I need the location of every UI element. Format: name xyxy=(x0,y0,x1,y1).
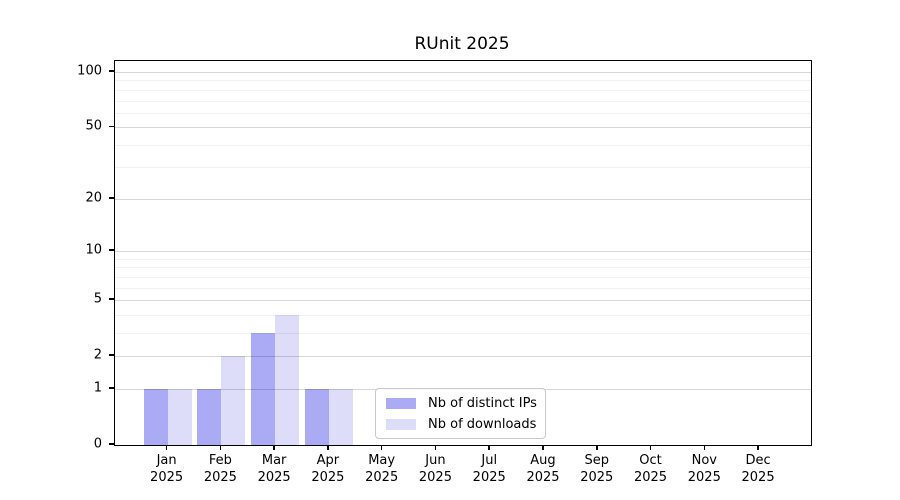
gridline-major-100 xyxy=(115,72,811,73)
gridline-minor-40 xyxy=(115,145,811,146)
gridline-major-10 xyxy=(115,251,811,252)
x-tick-mark-may xyxy=(381,446,383,451)
gridline-minor-6 xyxy=(115,288,811,289)
x-tick-mark-feb xyxy=(220,446,222,451)
gridline-minor-90 xyxy=(115,80,811,81)
gridline-major-5 xyxy=(115,300,811,301)
x-tick-label-apr: Apr2025 xyxy=(298,452,358,486)
x-tick-label-year: 2025 xyxy=(728,469,788,486)
gridline-minor-3 xyxy=(115,333,811,334)
gridline-major-2 xyxy=(115,356,811,357)
gridline-major-20 xyxy=(115,199,811,200)
x-tick-label-month: Apr xyxy=(298,452,358,469)
gridline-minor-70 xyxy=(115,101,811,102)
gridline-minor-8 xyxy=(115,267,811,268)
bar-downloads-mar xyxy=(275,315,299,445)
x-tick-mark-jul xyxy=(488,446,490,451)
x-tick-mark-jun xyxy=(435,446,437,451)
gridline-minor-4 xyxy=(115,315,811,316)
bar-downloads-jan xyxy=(168,389,192,445)
x-tick-label-year: 2025 xyxy=(298,469,358,486)
x-tick-label-year: 2025 xyxy=(352,469,412,486)
gridline-minor-9 xyxy=(115,259,811,260)
plot-area: Nb of distinct IPs Nb of downloads xyxy=(114,60,812,446)
y-tick-label-10: 10 xyxy=(0,243,102,258)
legend-item-distinct-ips: Nb of distinct IPs xyxy=(386,396,535,411)
x-tick-label-year: 2025 xyxy=(459,469,519,486)
chart-title: RUnit 2025 xyxy=(114,34,810,54)
x-tick-label-month: Nov xyxy=(674,452,734,469)
y-tick-mark-2 xyxy=(109,354,114,356)
legend-label-distinct-ips: Nb of distinct IPs xyxy=(428,396,537,411)
y-tick-label-2: 2 xyxy=(0,348,102,363)
y-tick-mark-20 xyxy=(109,197,114,199)
gridline-minor-30 xyxy=(115,167,811,168)
x-tick-mark-nov xyxy=(704,446,706,451)
x-tick-label-jul: Jul2025 xyxy=(459,452,519,486)
bar-distinct-ips-feb xyxy=(197,389,221,445)
x-tick-label-month: May xyxy=(352,452,412,469)
x-tick-label-year: 2025 xyxy=(567,469,627,486)
x-tick-mark-oct xyxy=(650,446,652,451)
y-tick-label-50: 50 xyxy=(0,119,102,134)
x-tick-label-month: Oct xyxy=(621,452,681,469)
x-tick-mark-aug xyxy=(542,446,544,451)
x-tick-label-year: 2025 xyxy=(137,469,197,486)
x-tick-label-may: May2025 xyxy=(352,452,412,486)
x-tick-label-month: Aug xyxy=(513,452,573,469)
x-tick-label-dec: Dec2025 xyxy=(728,452,788,486)
x-tick-label-month: Dec xyxy=(728,452,788,469)
bar-distinct-ips-jan xyxy=(144,389,168,445)
gridline-minor-80 xyxy=(115,90,811,91)
bar-distinct-ips-apr xyxy=(305,389,329,445)
x-tick-label-sep: Sep2025 xyxy=(567,452,627,486)
x-tick-label-nov: Nov2025 xyxy=(674,452,734,486)
bar-downloads-feb xyxy=(221,356,245,445)
x-tick-label-year: 2025 xyxy=(405,469,465,486)
legend-label-downloads: Nb of downloads xyxy=(428,417,536,432)
x-tick-mark-dec xyxy=(757,446,759,451)
y-tick-label-20: 20 xyxy=(0,190,102,205)
x-tick-mark-apr xyxy=(327,446,329,451)
legend-swatch-distinct-ips xyxy=(386,398,416,409)
x-tick-mark-mar xyxy=(273,446,275,451)
y-tick-mark-100 xyxy=(109,70,114,72)
y-tick-label-100: 100 xyxy=(0,64,102,79)
y-tick-label-1: 1 xyxy=(0,380,102,395)
x-tick-label-year: 2025 xyxy=(244,469,304,486)
x-tick-label-jan: Jan2025 xyxy=(137,452,197,486)
y-tick-mark-10 xyxy=(109,249,114,251)
x-tick-label-month: Jan xyxy=(137,452,197,469)
x-tick-label-year: 2025 xyxy=(513,469,573,486)
gridline-minor-7 xyxy=(115,277,811,278)
x-tick-label-month: Jul xyxy=(459,452,519,469)
y-tick-mark-50 xyxy=(109,126,114,128)
gridline-minor-60 xyxy=(115,113,811,114)
x-tick-label-month: Jun xyxy=(405,452,465,469)
y-tick-label-5: 5 xyxy=(0,292,102,307)
legend: Nb of distinct IPs Nb of downloads xyxy=(375,388,546,439)
x-tick-label-year: 2025 xyxy=(674,469,734,486)
x-tick-label-month: Feb xyxy=(190,452,250,469)
bar-downloads-apr xyxy=(329,389,353,445)
y-tick-mark-1 xyxy=(109,387,114,389)
x-tick-label-month: Mar xyxy=(244,452,304,469)
x-tick-label-jun: Jun2025 xyxy=(405,452,465,486)
gridline-major-50 xyxy=(115,127,811,128)
x-tick-mark-sep xyxy=(596,446,598,451)
figure: RUnit 2025 Nb of distinct IPs Nb of down… xyxy=(0,0,900,500)
y-tick-mark-0 xyxy=(109,443,114,445)
y-tick-mark-5 xyxy=(109,298,114,300)
legend-item-downloads: Nb of downloads xyxy=(386,417,535,432)
x-tick-label-year: 2025 xyxy=(190,469,250,486)
x-tick-label-aug: Aug2025 xyxy=(513,452,573,486)
legend-swatch-downloads xyxy=(386,419,416,430)
y-tick-label-0: 0 xyxy=(0,437,102,452)
x-tick-label-feb: Feb2025 xyxy=(190,452,250,486)
x-tick-mark-jan xyxy=(166,446,168,451)
x-tick-label-year: 2025 xyxy=(621,469,681,486)
x-tick-label-oct: Oct2025 xyxy=(621,452,681,486)
x-tick-label-month: Sep xyxy=(567,452,627,469)
x-tick-label-mar: Mar2025 xyxy=(244,452,304,486)
